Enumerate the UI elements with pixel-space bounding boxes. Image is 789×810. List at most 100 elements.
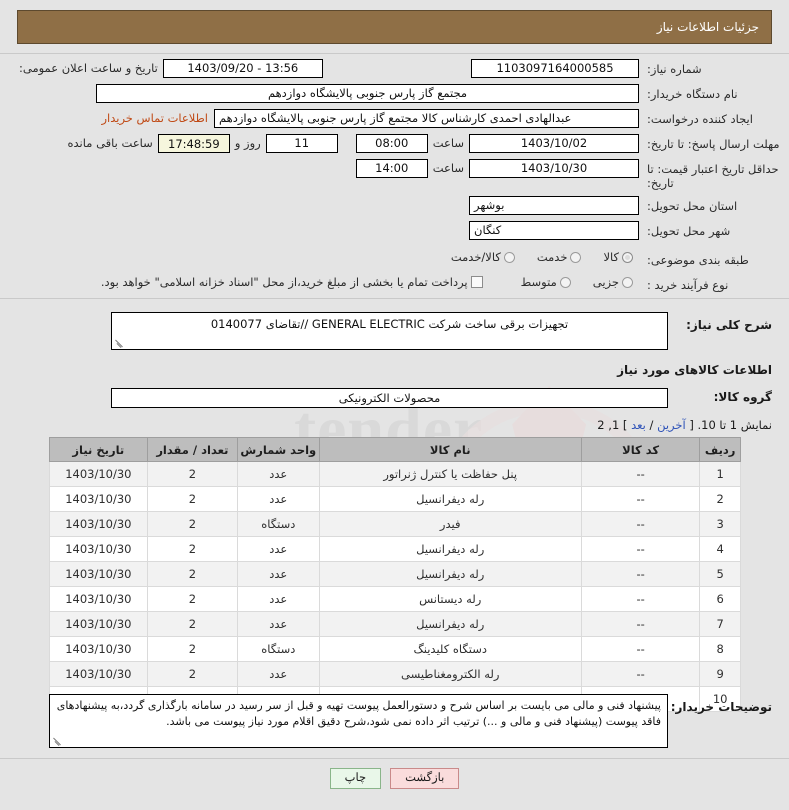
td-qty: 2 (147, 562, 237, 587)
price-validity-time-label: ساعت (428, 159, 469, 178)
td-qty: 2 (147, 612, 237, 637)
announce-datetime-value: 13:56 - 1403/09/20 (163, 59, 323, 78)
td-code: -- (581, 487, 699, 512)
row-delivery-city: شهر محل تحویل: کنگان (0, 218, 789, 243)
th-qty: تعداد / مقدار (147, 438, 237, 462)
td-name: فیدر (319, 512, 581, 537)
td-code: -- (581, 512, 699, 537)
general-description-value-box[interactable]: تجهیزات برقی ساخت شرکت GENERAL ELECTRIC … (111, 312, 668, 350)
td-unit: عدد (238, 537, 319, 562)
items-table-body: 1--پنل حفاظت یا کنترل ژنراتورعدد21403/10… (50, 462, 741, 712)
td-unit: عدد (238, 562, 319, 587)
items-table: ردیف کد کالا نام کالا واحد شمارش تعداد /… (49, 437, 741, 712)
row-delivery-province: استان محل تحویل: بوشهر (0, 193, 789, 218)
action-buttons: بازگشت چاپ (0, 768, 789, 789)
remaining-days-value: 11 (266, 134, 338, 153)
td-name: رله دیفرانسیل (319, 612, 581, 637)
th-date: تاریخ نیاز (50, 438, 148, 462)
remaining-days-label: روز و (230, 134, 266, 153)
radio-category-kala-label: کالا (603, 250, 619, 264)
response-deadline-label: مهلت ارسال پاسخ: تا تاریخ: (639, 134, 789, 151)
page-title: جزئیات اطلاعات نیاز (17, 10, 772, 44)
radio-process-motevaset[interactable]: متوسط (521, 275, 577, 289)
checkbox-treasury-docs-label: پرداخت تمام یا بخشی از مبلغ خرید،از محل … (101, 275, 468, 289)
buyer-notes-value-box[interactable]: پیشنهاد فنی و مالی می بایست بر اساس شرح … (49, 694, 668, 748)
buyer-contact-link[interactable]: اطلاعات تماس خریدار (95, 109, 214, 128)
td-row: 6 (700, 587, 741, 612)
td-code: -- (581, 587, 699, 612)
checkbox-icon (471, 276, 483, 288)
pagination-next-link[interactable]: بعد (631, 418, 646, 432)
td-unit: عدد (238, 487, 319, 512)
td-name: رله دیفرانسیل (319, 487, 581, 512)
page-title-label: جزئیات اطلاعات نیاز (657, 20, 759, 34)
td-unit: عدد (238, 662, 319, 687)
radio-process-jozei-label: جزیی (593, 275, 619, 289)
td-row: 2 (700, 487, 741, 512)
back-button[interactable]: بازگشت (390, 768, 459, 789)
td-qty: 2 (147, 637, 237, 662)
row-purchase-process: نوع فرآیند خرید : جزیی متوسط پرداخت تمام… (0, 270, 789, 295)
buyer-org-label: نام دستگاه خریدار: (639, 84, 789, 101)
remaining-countdown: 17:48:59 (158, 134, 230, 153)
td-row: 8 (700, 637, 741, 662)
goods-section-title: اطلاعات کالاهای مورد نیاز (617, 363, 772, 377)
resize-grip-icon[interactable] (114, 338, 124, 348)
td-name: رله دیفرانسیل (319, 537, 581, 562)
pagination-pages: 1, 2 (597, 418, 619, 432)
response-deadline-time-label: ساعت (428, 134, 469, 153)
td-qty: 2 (147, 512, 237, 537)
td-name: رله دیفرانسیل (319, 562, 581, 587)
buyer-notes-label: توضیحات خریدار: (668, 694, 772, 714)
response-deadline-time: 08:00 (356, 134, 428, 153)
table-row: 8--دستگاه کلیدینگدستگاه21403/10/30 (50, 637, 741, 662)
radio-icon (560, 277, 571, 288)
th-unit: واحد شمارش (238, 438, 319, 462)
td-qty: 2 (147, 587, 237, 612)
table-row: 9--رله الکترومغناطیسیعدد21403/10/30 (50, 662, 741, 687)
table-row: 4--رله دیفرانسیلعدد21403/10/30 (50, 537, 741, 562)
table-row: 6--رله دیستانسعدد21403/10/30 (50, 587, 741, 612)
radio-category-kala[interactable]: کالا (603, 250, 639, 264)
buyer-notes-value: پیشنهاد فنی و مالی می بایست بر اساس شرح … (57, 699, 661, 728)
general-description-block: شرح کلی نیاز: تجهیزات برقی ساخت شرکت GEN… (111, 312, 772, 350)
td-qty: 2 (147, 537, 237, 562)
td-code: -- (581, 562, 699, 587)
need-number-value: 1103097164000585 (471, 59, 639, 78)
th-code: کد کالا (581, 438, 699, 462)
td-row: 1 (700, 462, 741, 487)
radio-icon-selected (622, 252, 633, 263)
td-row: 7 (700, 612, 741, 637)
print-button[interactable]: چاپ (330, 768, 381, 789)
radio-category-khedmat[interactable]: خدمت (537, 250, 588, 264)
buyer-notes-block: توضیحات خریدار: پیشنهاد فنی و مالی می با… (49, 694, 772, 748)
checkbox-treasury-docs[interactable]: پرداخت تمام یا بخشی از مبلغ خرید،از محل … (101, 275, 489, 289)
td-date: 1403/10/30 (50, 562, 148, 587)
td-unit: عدد (238, 612, 319, 637)
radio-process-jozei[interactable]: جزیی (593, 275, 639, 289)
radio-icon (622, 277, 633, 288)
radio-icon (504, 252, 515, 263)
resize-grip-icon[interactable] (52, 736, 62, 746)
purchase-process-label: نوع فرآیند خرید : (639, 275, 789, 292)
radio-category-both[interactable]: کالا/خدمت (451, 250, 521, 264)
td-qty: 2 (147, 462, 237, 487)
td-date: 1403/10/30 (50, 662, 148, 687)
table-row: 3--فیدردستگاه21403/10/30 (50, 512, 741, 537)
goods-group-label: گروه کالا: (668, 388, 772, 404)
td-row: 3 (700, 512, 741, 537)
divider-middle (0, 298, 789, 299)
row-subject-category: طبقه بندی موضوعی: کالا خدمت کالا/خدمت (0, 243, 789, 270)
need-number-label: شماره نیاز: (639, 59, 789, 76)
row-need-number: شماره نیاز: 1103097164000585 13:56 - 140… (0, 56, 789, 81)
td-date: 1403/10/30 (50, 512, 148, 537)
pagination-bracket-open: [ (689, 418, 694, 432)
items-table-wrapper: ردیف کد کالا نام کالا واحد شمارش تعداد /… (49, 437, 741, 712)
pagination-bracket-close: ] (623, 418, 628, 432)
td-code: -- (581, 537, 699, 562)
td-code: -- (581, 637, 699, 662)
price-validity-time: 14:00 (356, 159, 428, 178)
page-root: tender. جزئیات اطلاعات نیاز شماره نیاز: … (0, 0, 789, 810)
td-date: 1403/10/30 (50, 487, 148, 512)
pagination-last-link[interactable]: آخرین (657, 418, 686, 432)
